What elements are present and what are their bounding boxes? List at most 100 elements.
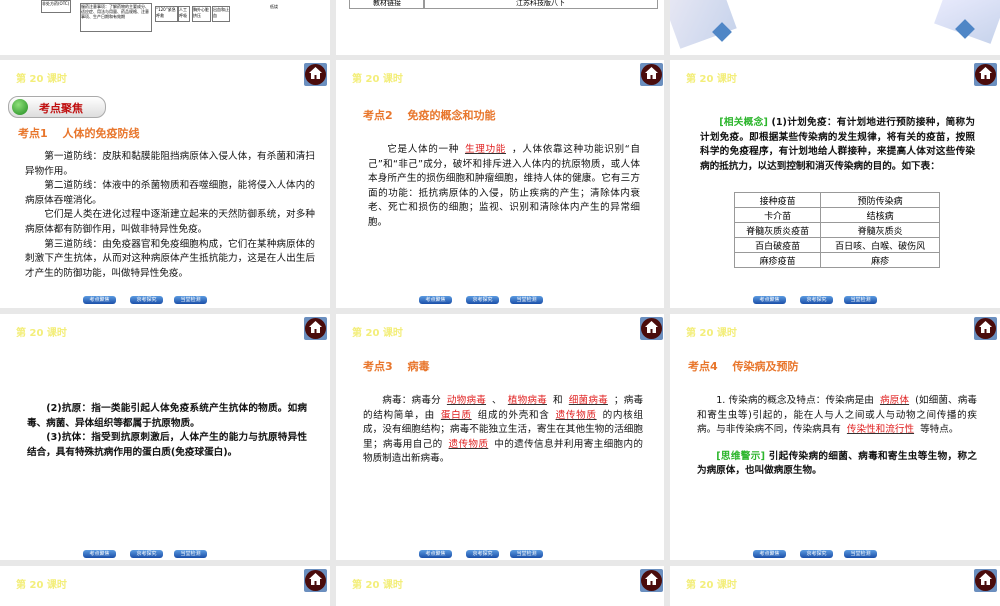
slide-thumbnail-prev-2[interactable]: 教材链接 江苏科技版八下 [336,0,664,55]
slide-body: (2)抗原：指一类能引起人体免疫系统产生抗体的物质。如病毒、病菌、异体组织等都属… [27,402,307,460]
nav-button-test[interactable]: 当堂检测 [174,550,207,558]
table-row: 卡介苗 结核病 [733,207,940,223]
home-icon [645,321,658,333]
slide-thumbnail[interactable]: 第 20 课时 [0,566,330,606]
home-icon [645,573,658,585]
home-icon [309,67,322,79]
section-title: 考点2 免疫的概念和功能 [363,109,496,122]
paragraph: (2)抗原：指一类能引起人体免疫系统产生抗体的物质。如病毒、病菌、异体组织等都属… [27,403,307,429]
nav-button-focus[interactable]: 考点聚焦 [419,550,452,558]
lesson-label: 第 20 课时 [686,74,737,85]
text: 病毒：病毒分 [382,395,441,406]
home-button[interactable] [640,63,663,86]
nav-button-test[interactable]: 当堂检测 [510,296,543,304]
answer-blank: 病原体 [879,395,910,406]
section-title: 考点4 传染病及预防 [688,360,799,373]
concept-tag: [相关概念] [719,117,768,128]
text: 等特点。 [920,424,959,436]
flow-box: 胸外心脏挤压 [192,6,211,22]
lesson-label: 第 20 课时 [686,580,737,591]
flow-box: 人工呼吸 [178,6,190,22]
green-dot-icon [12,99,28,115]
table-cell: 江苏科技版八下 [423,0,658,9]
flow-box: 服药注意事项：了解药物的主要成分、适应症、用法与用量、药品规格、注意事项、生产日… [80,3,152,32]
home-button[interactable] [640,317,663,340]
home-button[interactable] [974,569,997,592]
nav-button-explore[interactable]: 京考探究 [130,550,163,558]
home-button[interactable] [974,317,997,340]
nav-button-focus[interactable]: 考点聚焦 [83,550,116,558]
table-row: 百白破疫苗 百日咳、白喉、破伤风 [733,237,940,253]
nav-button-explore[interactable]: 京考探究 [130,296,163,304]
paragraph: (3)抗体：指受到抗原刺激后，人体产生的能力与抗原特异性结合，具有特殊抗病作用的… [27,432,307,458]
slide-body: 第一道防线：皮肤和黏膜能阻挡病原体入侵人体，有杀菌和清扫异物作用。 第二道防线：… [25,150,315,281]
lesson-label: 第 20 课时 [352,580,403,591]
answer-blank: 植物病毒 [507,395,547,406]
slide-thumbnail[interactable]: 第 20 课时 [相关概念] (1)计划免疫：有计划地进行预防接种，简称为计划免… [670,60,1000,308]
home-icon [645,67,658,79]
text: 和 [552,395,563,406]
nav-button-test[interactable]: 当堂检测 [844,296,877,304]
flow-label: 低烧 [270,4,278,9]
slide-thumbnail[interactable]: 第 20 课时 考点聚焦 考点1 人体的免疫防线 第一道防线：皮肤和黏膜能阻挡病… [0,60,330,308]
slide-thumbnail-prev-3[interactable] [670,0,1000,55]
home-icon [979,573,992,585]
nav-button-explore[interactable]: 京考探究 [466,550,499,558]
nav-button-test[interactable]: 当堂检测 [844,550,877,558]
home-button[interactable] [640,569,663,592]
home-button[interactable] [304,569,327,592]
slide-thumbnail[interactable]: 第 20 课时 考点2 免疫的概念和功能 它是人体的一种 生理功能 ，人体依靠这种功… [336,60,664,308]
answer-blank: 细菌病毒 [568,395,608,406]
text: 组成的外壳和含 [477,409,550,421]
vaccine-table: 接种疫苗 预防传染病 卡介苗 结核病 脊髓灰质炎疫苗 脊髓灰质炎 百白破疫苗 百日咳、白… [733,192,940,268]
nav-button-test[interactable]: 当堂检测 [174,296,207,304]
text: 、 [492,395,502,406]
slide-thumbnail[interactable]: 第 20 课时 [670,566,1000,606]
slide-body: 1. 传染病的概念及特点：传染病是由 病原体 (如细菌、病毒和寄生虫等)引起的，能在… [697,394,977,479]
section-pill: 考点聚焦 [8,96,106,118]
home-button[interactable] [304,63,327,86]
slide-thumbnail-prev-1[interactable]: 非处方药(OTC) 服药注意事项：了解药物的主要成分、适应症、用法与用量、药品规… [0,0,330,55]
lesson-label: 第 20 课时 [16,580,67,591]
flow-box: “120”紧急呼救 [155,6,178,22]
flow-box: 出血和止血 [212,6,230,22]
slide-thumbnail[interactable]: 第 20 课时 考点4 传染病及预防 1. 传染病的概念及特点：传染病是由 病原体… [670,314,1000,560]
lesson-label: 第 20 课时 [686,328,737,339]
answer-blank: 蛋白质 [440,409,472,421]
nav-button-focus[interactable]: 考点聚焦 [753,550,786,558]
nav-button-explore[interactable]: 京考探究 [800,296,833,304]
paragraph: 第一道防线：皮肤和黏膜能阻挡病原体入侵人体，有杀菌和清扫异物作用。 [25,151,315,177]
nav-button-explore[interactable]: 京考探究 [800,550,833,558]
slide-thumbnail[interactable]: 第 20 课时 (2)抗原：指一类能引起人体免疫系统产生抗体的物质。如病毒、病菌… [0,314,330,560]
home-icon [309,321,322,333]
home-button[interactable] [304,317,327,340]
text: ，人体依靠这种功能识别“自己”和“非己”成分，破坏和排斥进入人体内的抗原物质，或… [368,144,640,228]
slide-body: 病毒：病毒分 动物病毒、植物病毒和细菌病毒 ；病毒的结构简单，由 蛋白质 组成的外壳和含… [363,394,643,467]
paragraph: 它们是人类在进化过程中逐渐建立起来的天然防御系统，对多种病原体都有防御作用，叫做… [25,209,315,235]
home-icon [979,67,992,79]
slide-body: [相关概念] (1)计划免疫：有计划地进行预防接种，简称为计划免疫。即根据某些传… [700,116,975,174]
nav-button-focus[interactable]: 考点聚焦 [419,296,452,304]
lesson-label: 第 20 课时 [16,74,67,85]
paragraph: 第三道防线：由免疫器官和免疫细胞构成，它们在某种病原体的刺激下产生抗体，从而对这… [25,238,315,279]
nav-button-focus[interactable]: 考点聚焦 [83,296,116,304]
nav-button-focus[interactable]: 考点聚焦 [753,296,786,304]
puzzle-piece-image [670,0,737,49]
slide-thumbnail[interactable]: 第 20 课时 考点3 病毒 病毒：病毒分 动物病毒、植物病毒和细菌病毒 ；病毒的结… [336,314,664,560]
nav-button-test[interactable]: 当堂检测 [510,550,543,558]
flow-box: 非处方药(OTC) [41,0,71,13]
home-button[interactable] [974,63,997,86]
paragraph: 第二道防线：体液中的杀菌物质和吞噬细胞，能将侵入人体内的病原体吞噬消化。 [25,180,315,206]
section-title: 考点3 病毒 [363,360,430,373]
table-cell: 教材链接 [349,0,425,9]
home-icon [309,573,322,585]
lesson-label: 第 20 课时 [352,328,403,339]
nav-button-explore[interactable]: 京考探究 [466,296,499,304]
table-row: 麻疹疫苗 麻疹 [733,252,940,268]
slide-body: 它是人体的一种 生理功能 ，人体依靠这种功能识别“自己”和“非己”成分，破坏和排斥进… [368,143,640,231]
table-row: 脊髓灰质炎疫苗 脊髓灰质炎 [733,222,940,238]
section-title: 考点1 人体的免疫防线 [18,127,140,140]
answer-blank: 动物病毒 [446,395,487,406]
home-icon [979,321,992,333]
slide-thumbnail[interactable]: 第 20 课时 [336,566,664,606]
